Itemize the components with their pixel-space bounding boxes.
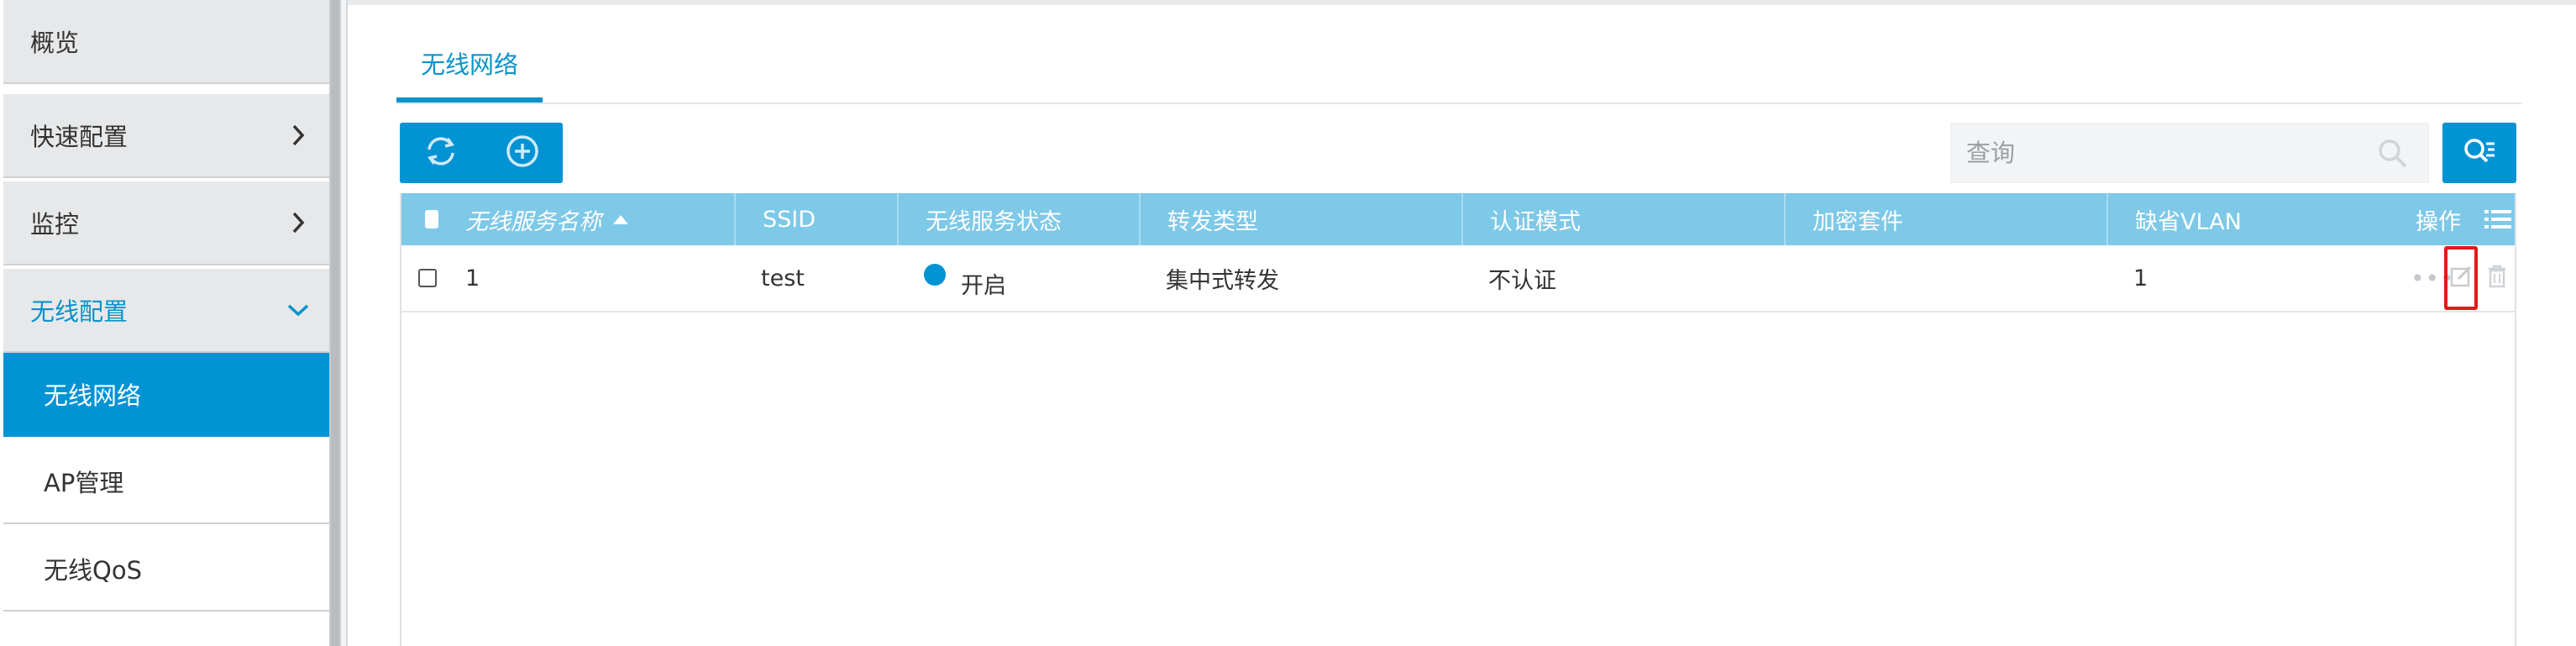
- chevron-right-icon: [286, 123, 311, 148]
- add-button[interactable]: [481, 123, 563, 183]
- cell-auth-mode: 不认证: [1488, 267, 1556, 294]
- header-forward-type[interactable]: 转发类型: [1139, 193, 1461, 245]
- cell-default-vlan: 1: [2133, 265, 2148, 291]
- cell-forward-type: 集中式转发: [1166, 267, 1279, 294]
- scrollbar-thumb[interactable]: [331, 0, 339, 646]
- status-dot: [924, 264, 946, 286]
- sidebar-item-label: 概览: [30, 29, 80, 57]
- header-service-name[interactable]: 无线服务名称: [438, 193, 734, 245]
- sidebar-item-wireless-qos[interactable]: 无线QoS: [3, 528, 329, 612]
- header-cipher-suite[interactable]: 加密套件: [1784, 193, 2106, 245]
- sidebar-item-label: 无线网络: [44, 381, 142, 410]
- delete-button[interactable]: [2483, 265, 2511, 291]
- row-checkbox-cell: [401, 245, 438, 311]
- edit-icon: [2450, 265, 2472, 291]
- status-text: 开启: [961, 272, 1006, 299]
- table-row[interactable]: 1 test 开启 集中式转发 不认证 1 •••: [401, 245, 2515, 312]
- sidebar-item-wireless-network[interactable]: 无线网络: [3, 353, 329, 437]
- advanced-search-icon: [2461, 134, 2498, 171]
- refresh-icon: [422, 133, 459, 173]
- sidebar-item-wireless-config[interactable]: 无线配置: [3, 269, 329, 353]
- tab-wireless-network[interactable]: 无线网络: [396, 29, 543, 102]
- cell-cipher-suite: [1784, 245, 2106, 311]
- cell-ssid: test: [761, 265, 805, 291]
- row-operations: •••: [2411, 245, 2511, 311]
- sidebar: 概览 快速配置 监控 无线配置 无线网络 AP管理 无线QoS: [0, 0, 329, 646]
- sidebar-scrollbar[interactable]: [329, 0, 341, 646]
- chevron-right-icon: [286, 210, 311, 235]
- search-box: [1950, 123, 2429, 183]
- main-panel: 无线网络 查询 无线服务名称 SSID 无线服务状态 转发类型 认证模式 加密套…: [346, 0, 2576, 646]
- sort-asc-icon: [613, 214, 628, 224]
- search-input[interactable]: [1951, 127, 2363, 179]
- sidebar-item-label: 监控: [30, 210, 80, 239]
- header-operations: 操作: [2345, 193, 2515, 245]
- sidebar-item-ap-management[interactable]: AP管理: [3, 440, 329, 524]
- edit-button[interactable]: [2444, 246, 2478, 310]
- header-auth-mode[interactable]: 认证模式: [1461, 193, 1784, 245]
- select-all-checkbox[interactable]: [425, 210, 438, 228]
- delete-icon: [2487, 265, 2507, 291]
- header-service-status[interactable]: 无线服务状态: [897, 193, 1139, 245]
- cell-service-name: 1: [465, 265, 480, 291]
- header-default-vlan[interactable]: 缺省VLAN: [2106, 193, 2345, 245]
- column-list-icon[interactable]: [2484, 208, 2511, 230]
- sidebar-item-quick-config[interactable]: 快速配置: [3, 94, 329, 178]
- toolbar: [400, 123, 563, 183]
- header-checkbox-cell: [401, 193, 438, 245]
- search-icon[interactable]: [2376, 137, 2410, 171]
- top-border: [348, 0, 2576, 5]
- sidebar-item-label: 无线QoS: [44, 556, 142, 585]
- sidebar-item-monitor[interactable]: 监控: [3, 181, 329, 265]
- table-header: 无线服务名称 SSID 无线服务状态 转发类型 认证模式 加密套件 缺省VLAN: [401, 193, 2515, 245]
- wireless-service-table: 无线服务名称 SSID 无线服务状态 转发类型 认证模式 加密套件 缺省VLAN: [400, 193, 2516, 646]
- sidebar-item-overview[interactable]: 概览: [3, 0, 329, 84]
- more-icon[interactable]: •••: [2411, 265, 2454, 292]
- sidebar-item-label: 快速配置: [30, 123, 129, 151]
- advanced-search-button[interactable]: [2442, 123, 2516, 183]
- tab-bar: 无线网络: [396, 29, 2521, 104]
- header-ssid[interactable]: SSID: [734, 193, 897, 245]
- sidebar-item-label: AP管理: [44, 469, 124, 497]
- add-circle-icon: [504, 133, 541, 173]
- cell-service-status: 开启: [897, 245, 1139, 311]
- refresh-button[interactable]: [400, 123, 481, 183]
- sidebar-item-label: 无线配置: [30, 297, 129, 326]
- chevron-down-icon: [286, 297, 311, 323]
- row-checkbox[interactable]: [418, 269, 437, 287]
